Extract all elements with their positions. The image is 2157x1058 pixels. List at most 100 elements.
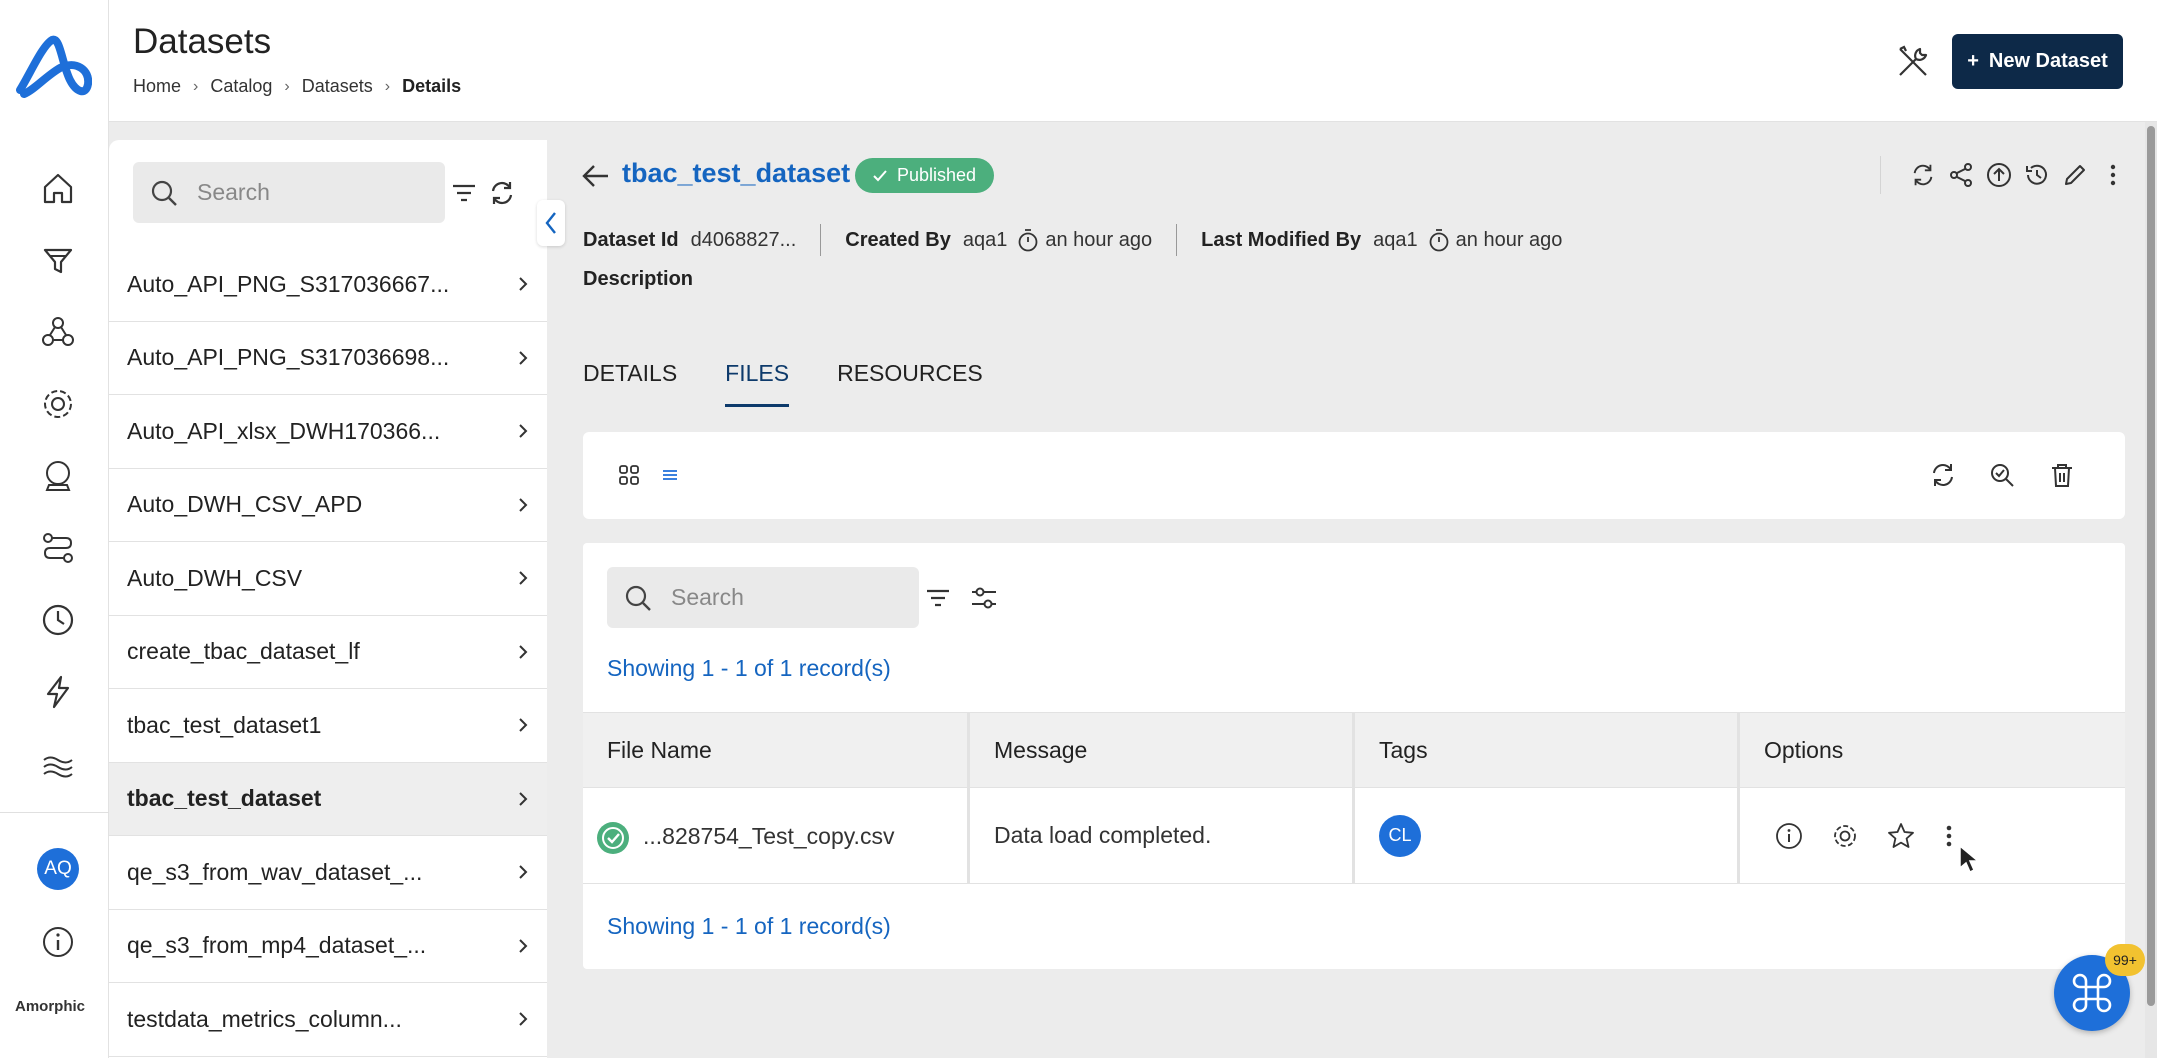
grid-view-icon[interactable] [614,460,644,490]
left-nav-rail: AQ Amorphic [0,0,109,1058]
records-count-bottom: Showing 1 - 1 of 1 record(s) [607,913,891,939]
chevron-left-icon [545,212,556,234]
chevron-right-icon [513,1009,533,1029]
dataset-list-item[interactable]: Auto_DWH_CSV [109,542,547,616]
tools-icon[interactable] [1891,40,1935,84]
data-lake-icon[interactable] [30,736,86,792]
page-header: Datasets Home › Catalog › Datasets › Det… [109,0,2157,122]
search-placeholder: Search [197,179,270,205]
filter-funnel-icon[interactable] [30,232,86,288]
scrollbar-thumb[interactable] [2147,126,2155,1006]
page-title: Datasets [133,22,272,61]
created-by-value: aqa1 [962,228,1008,251]
breadcrumb-catalog[interactable]: Catalog [210,76,272,97]
edit-pencil-icon[interactable] [2061,161,2089,189]
filter-icon[interactable] [447,176,481,210]
refresh-icon[interactable] [1909,161,1937,189]
dataset-list-label: Auto_API_PNG_S317036667... [127,270,450,297]
upload-icon[interactable] [1985,161,2013,189]
refresh-icon[interactable] [485,176,519,210]
more-vertical-icon[interactable] [1942,821,1956,851]
dataset-list-item[interactable]: Auto_API_PNG_S317036698... [109,322,547,395]
dataset-actions [1880,156,2127,194]
dataset-list-label: qe_s3_from_mp4_dataset_... [127,932,427,959]
column-header-options: Options [1740,712,2125,788]
chevron-right-icon [513,642,533,662]
column-header-message[interactable]: Message [970,712,1355,788]
clock-icon[interactable] [30,592,86,648]
breadcrumb-home[interactable]: Home [133,76,181,97]
message-cell: Data load completed. [970,788,1355,884]
search-placeholder: Search [671,584,744,610]
timer-icon [1429,229,1449,252]
amorphic-logo[interactable] [16,34,92,102]
home-icon[interactable] [30,160,86,216]
chevron-right-icon [513,862,533,882]
tab-details[interactable]: DETAILS [583,360,677,407]
collapse-panel-button[interactable] [537,200,565,246]
tab-resources[interactable]: RESOURCES [837,360,983,407]
table-row: ...828754_Test_copy.csv Data load comple… [583,788,2125,884]
workflow-icon[interactable] [30,520,86,576]
dataset-list-item-active[interactable]: tbac_test_dataset [109,762,547,836]
delete-trash-icon[interactable] [2047,460,2077,490]
tab-files[interactable]: FILES [725,360,789,407]
command-key-icon [2072,973,2112,1013]
modified-time-value: an hour ago [1455,228,1563,251]
success-check-icon [597,821,629,854]
dataset-search-input[interactable]: Search [133,162,445,223]
gear-cycle-icon[interactable] [30,376,86,432]
settings-gear-icon[interactable] [1830,821,1860,851]
table-header-row: File Name Message Tags Options [583,712,2125,788]
sliders-icon[interactable] [967,581,1001,615]
dataset-list: Auto_API_PNG_S317036667... Auto_API_PNG_… [109,248,547,1057]
column-header-tags[interactable]: Tags [1355,712,1740,788]
new-dataset-label: New Dataset [1988,50,2108,72]
info-icon[interactable] [1774,821,1804,851]
user-avatar[interactable]: AQ [37,848,79,890]
info-icon[interactable] [30,914,86,970]
search-icon [151,180,177,206]
created-time: an hour ago [1017,228,1152,252]
rail-divider [0,812,109,813]
new-dataset-button[interactable]: + New Dataset [1952,34,2123,89]
chevron-right-icon [513,421,533,441]
chevron-right-icon: › [284,77,290,95]
modified-by-label: Last Modified By [1201,228,1362,251]
crystal-ball-icon[interactable] [30,448,86,504]
options-cell [1740,788,2125,884]
list-view-icon[interactable] [655,460,685,490]
dataset-id-value[interactable]: d4068827... [691,229,797,252]
dataset-list-item[interactable]: create_tbac_dataset_lf [109,616,547,689]
dataset-list-item[interactable]: Auto_API_PNG_S317036667... [109,248,547,322]
breadcrumb-datasets[interactable]: Datasets [302,76,373,97]
share-icon[interactable] [1947,161,1975,189]
filter-icon[interactable] [921,581,955,615]
dataset-list-label: testdata_metrics_column... [127,1005,402,1032]
history-icon[interactable] [2023,161,2051,189]
search-zoom-icon[interactable] [1987,460,2017,490]
network-nodes-icon[interactable] [30,304,86,360]
check-icon [873,169,887,181]
status-badge: Published [855,158,995,193]
meta-divider [1176,224,1178,256]
dataset-list-item[interactable]: Auto_API_xlsx_DWH170366... [109,395,547,469]
files-search-input[interactable]: Search [607,567,919,628]
dataset-title: tbac_test_dataset [622,158,851,188]
chevron-right-icon [513,789,533,809]
dataset-list-item[interactable]: qe_s3_from_wav_dataset_... [109,836,547,910]
dataset-list-item[interactable]: tbac_test_dataset1 [109,689,547,763]
lightning-icon[interactable] [30,664,86,720]
refresh-icon[interactable] [1928,460,1958,490]
records-count-top: Showing 1 - 1 of 1 record(s) [607,655,891,681]
star-icon[interactable] [1886,821,1916,851]
back-arrow-icon[interactable] [580,160,612,192]
more-vertical-icon[interactable] [2099,161,2127,189]
tag-chip[interactable]: CL [1379,814,1421,857]
dataset-list-item[interactable]: Auto_DWH_CSV_APD [109,469,547,542]
dataset-list-item[interactable]: qe_s3_from_mp4_dataset_... [109,910,547,983]
column-header-file-name[interactable]: File Name [583,712,970,788]
file-name-text[interactable]: ...828754_Test_copy.csv [643,818,913,854]
page-scrollbar[interactable] [2145,122,2157,1058]
dataset-list-item[interactable]: testdata_metrics_column... [109,983,547,1057]
